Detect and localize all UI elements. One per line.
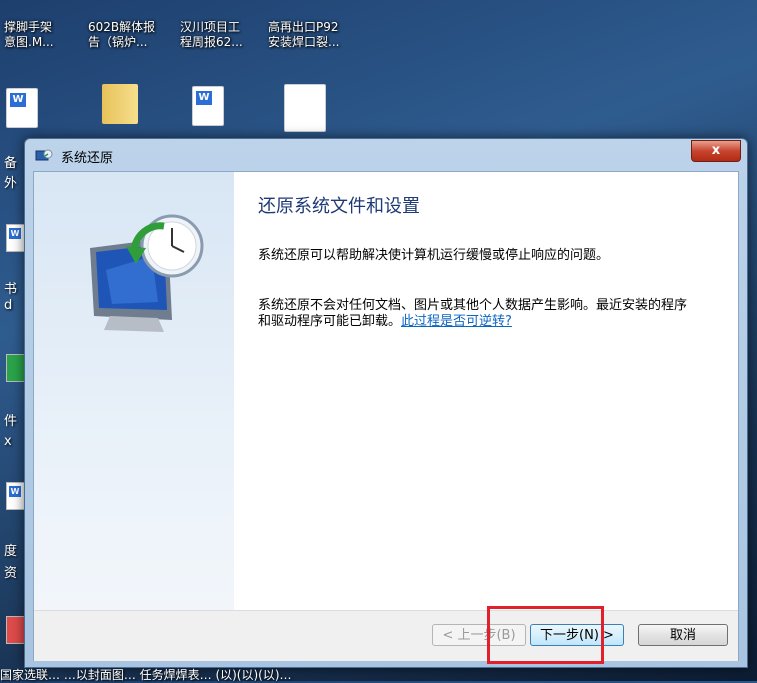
- system-restore-icon: [35, 149, 53, 161]
- word-document-icon[interactable]: W: [6, 88, 38, 128]
- desktop-icon-label[interactable]: 撑脚手架 意图.M...: [4, 20, 54, 50]
- window-client-area: 还原系统文件和设置 系统还原可以帮助解决使计算机运行缓慢或停止响应的问题。 系统…: [33, 171, 739, 661]
- content-panel: 还原系统文件和设置 系统还原可以帮助解决使计算机运行缓慢或停止响应的问题。 系统…: [234, 172, 738, 610]
- restore-monitor-icon: [90, 214, 204, 332]
- desktop-left-label: x: [4, 434, 12, 449]
- button-footer: < 上一步(B) 下一步(N) > 取消: [34, 610, 738, 661]
- reversible-link[interactable]: 此过程是否可逆转?: [401, 314, 512, 329]
- warning-text: 系统还原不会对任何文档、图片或其他个人数据产生影响。最近安装的程序和驱动程序可能…: [258, 298, 698, 330]
- next-button-highlight-box: [487, 606, 604, 664]
- window-title: 系统还原: [61, 151, 114, 166]
- desktop-left-label: 件: [4, 414, 18, 429]
- system-restore-window: 系统还原 x 还原系统文件和设置 系统还原可以帮助解决使计算机运行缓慢或停止响应…: [24, 138, 748, 668]
- desktop-icon-label[interactable]: 602B解体报 告（锅炉...: [88, 20, 155, 50]
- desktop-left-label: 书: [4, 282, 18, 297]
- document-thumbnail-icon[interactable]: [284, 84, 326, 132]
- side-panel: [34, 172, 234, 610]
- desktop-icon-label[interactable]: 高再出口P92 安装焊口裂...: [268, 20, 339, 50]
- close-button[interactable]: x: [691, 140, 741, 162]
- title-bar[interactable]: 系统还原 x: [25, 139, 747, 171]
- desktop-left-label: 备: [4, 156, 18, 171]
- desktop-left-label: 外: [4, 176, 18, 191]
- description-text: 系统还原可以帮助解决使计算机运行缓慢或停止响应的问题。: [258, 248, 610, 263]
- desktop-left-label: 资: [4, 566, 18, 581]
- desktop-icon-label[interactable]: 汉川项目工 程周报62...: [180, 20, 243, 50]
- page-heading: 还原系统文件和设置: [258, 196, 420, 217]
- word-document-icon[interactable]: W: [192, 86, 224, 126]
- taskbar-labels: 国家选联… …以封面图… 任务焊焊表… (以)(以)(以)…: [0, 668, 292, 682]
- desktop-left-label: d: [4, 298, 13, 313]
- desktop-top-row: 撑脚手架 意图.M... 602B解体报 告（锅炉... 汉川项目工 程周报62…: [0, 0, 757, 60]
- desktop-left-label: 度: [4, 544, 18, 559]
- cancel-button[interactable]: 取消: [638, 624, 728, 646]
- folder-icon[interactable]: [102, 84, 138, 124]
